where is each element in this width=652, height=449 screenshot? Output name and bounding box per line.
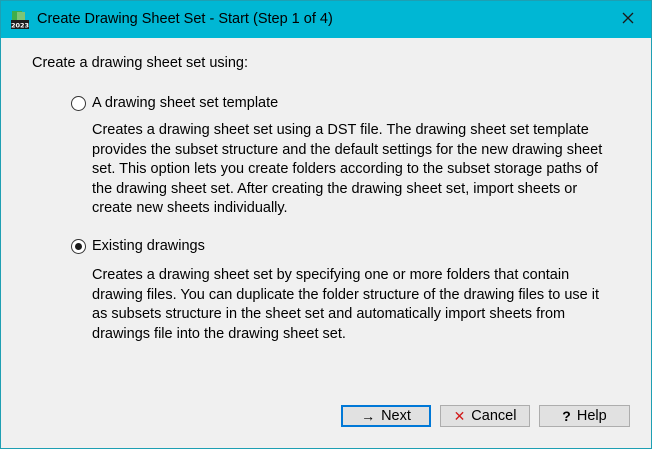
- option-template-description: Creates a drawing sheet set using a DST …: [92, 122, 603, 216]
- window-title: Create Drawing Sheet Set - Start (Step 1…: [37, 11, 333, 27]
- app-icon: 2023: [11, 10, 29, 30]
- next-button-label: Next: [381, 408, 411, 424]
- arrow-right-icon: →: [361, 408, 376, 424]
- option-existing-drawings-label: Existing drawings: [92, 238, 205, 254]
- radio-existing-drawings[interactable]: [71, 238, 86, 254]
- title-bar: 2023 Create Drawing Sheet Set - Start (S…: [1, 1, 651, 38]
- option-template-label: A drawing sheet set template: [92, 95, 279, 111]
- close-icon: [622, 11, 634, 29]
- close-button[interactable]: [605, 1, 651, 38]
- option-template[interactable]: A drawing sheet set template: [71, 95, 278, 111]
- app-icon-badge: 2023: [11, 22, 29, 30]
- help-button[interactable]: ? Help: [539, 405, 630, 427]
- option-existing-drawings[interactable]: Existing drawings: [71, 238, 205, 254]
- cancel-button-label: Cancel: [471, 408, 517, 424]
- dialog-window: 2023 Create Drawing Sheet Set - Start (S…: [0, 0, 652, 449]
- radio-template[interactable]: [71, 95, 86, 111]
- help-button-label: Help: [576, 408, 607, 424]
- next-button[interactable]: → Next: [341, 405, 431, 427]
- cancel-x-icon: ✕: [453, 408, 466, 424]
- question-icon: ?: [562, 408, 571, 424]
- cancel-button[interactable]: ✕ Cancel: [440, 405, 530, 427]
- intro-text: Create a drawing sheet set using:: [32, 55, 249, 71]
- option-existing-drawings-description: Creates a drawing sheet set by specifyin…: [92, 267, 599, 342]
